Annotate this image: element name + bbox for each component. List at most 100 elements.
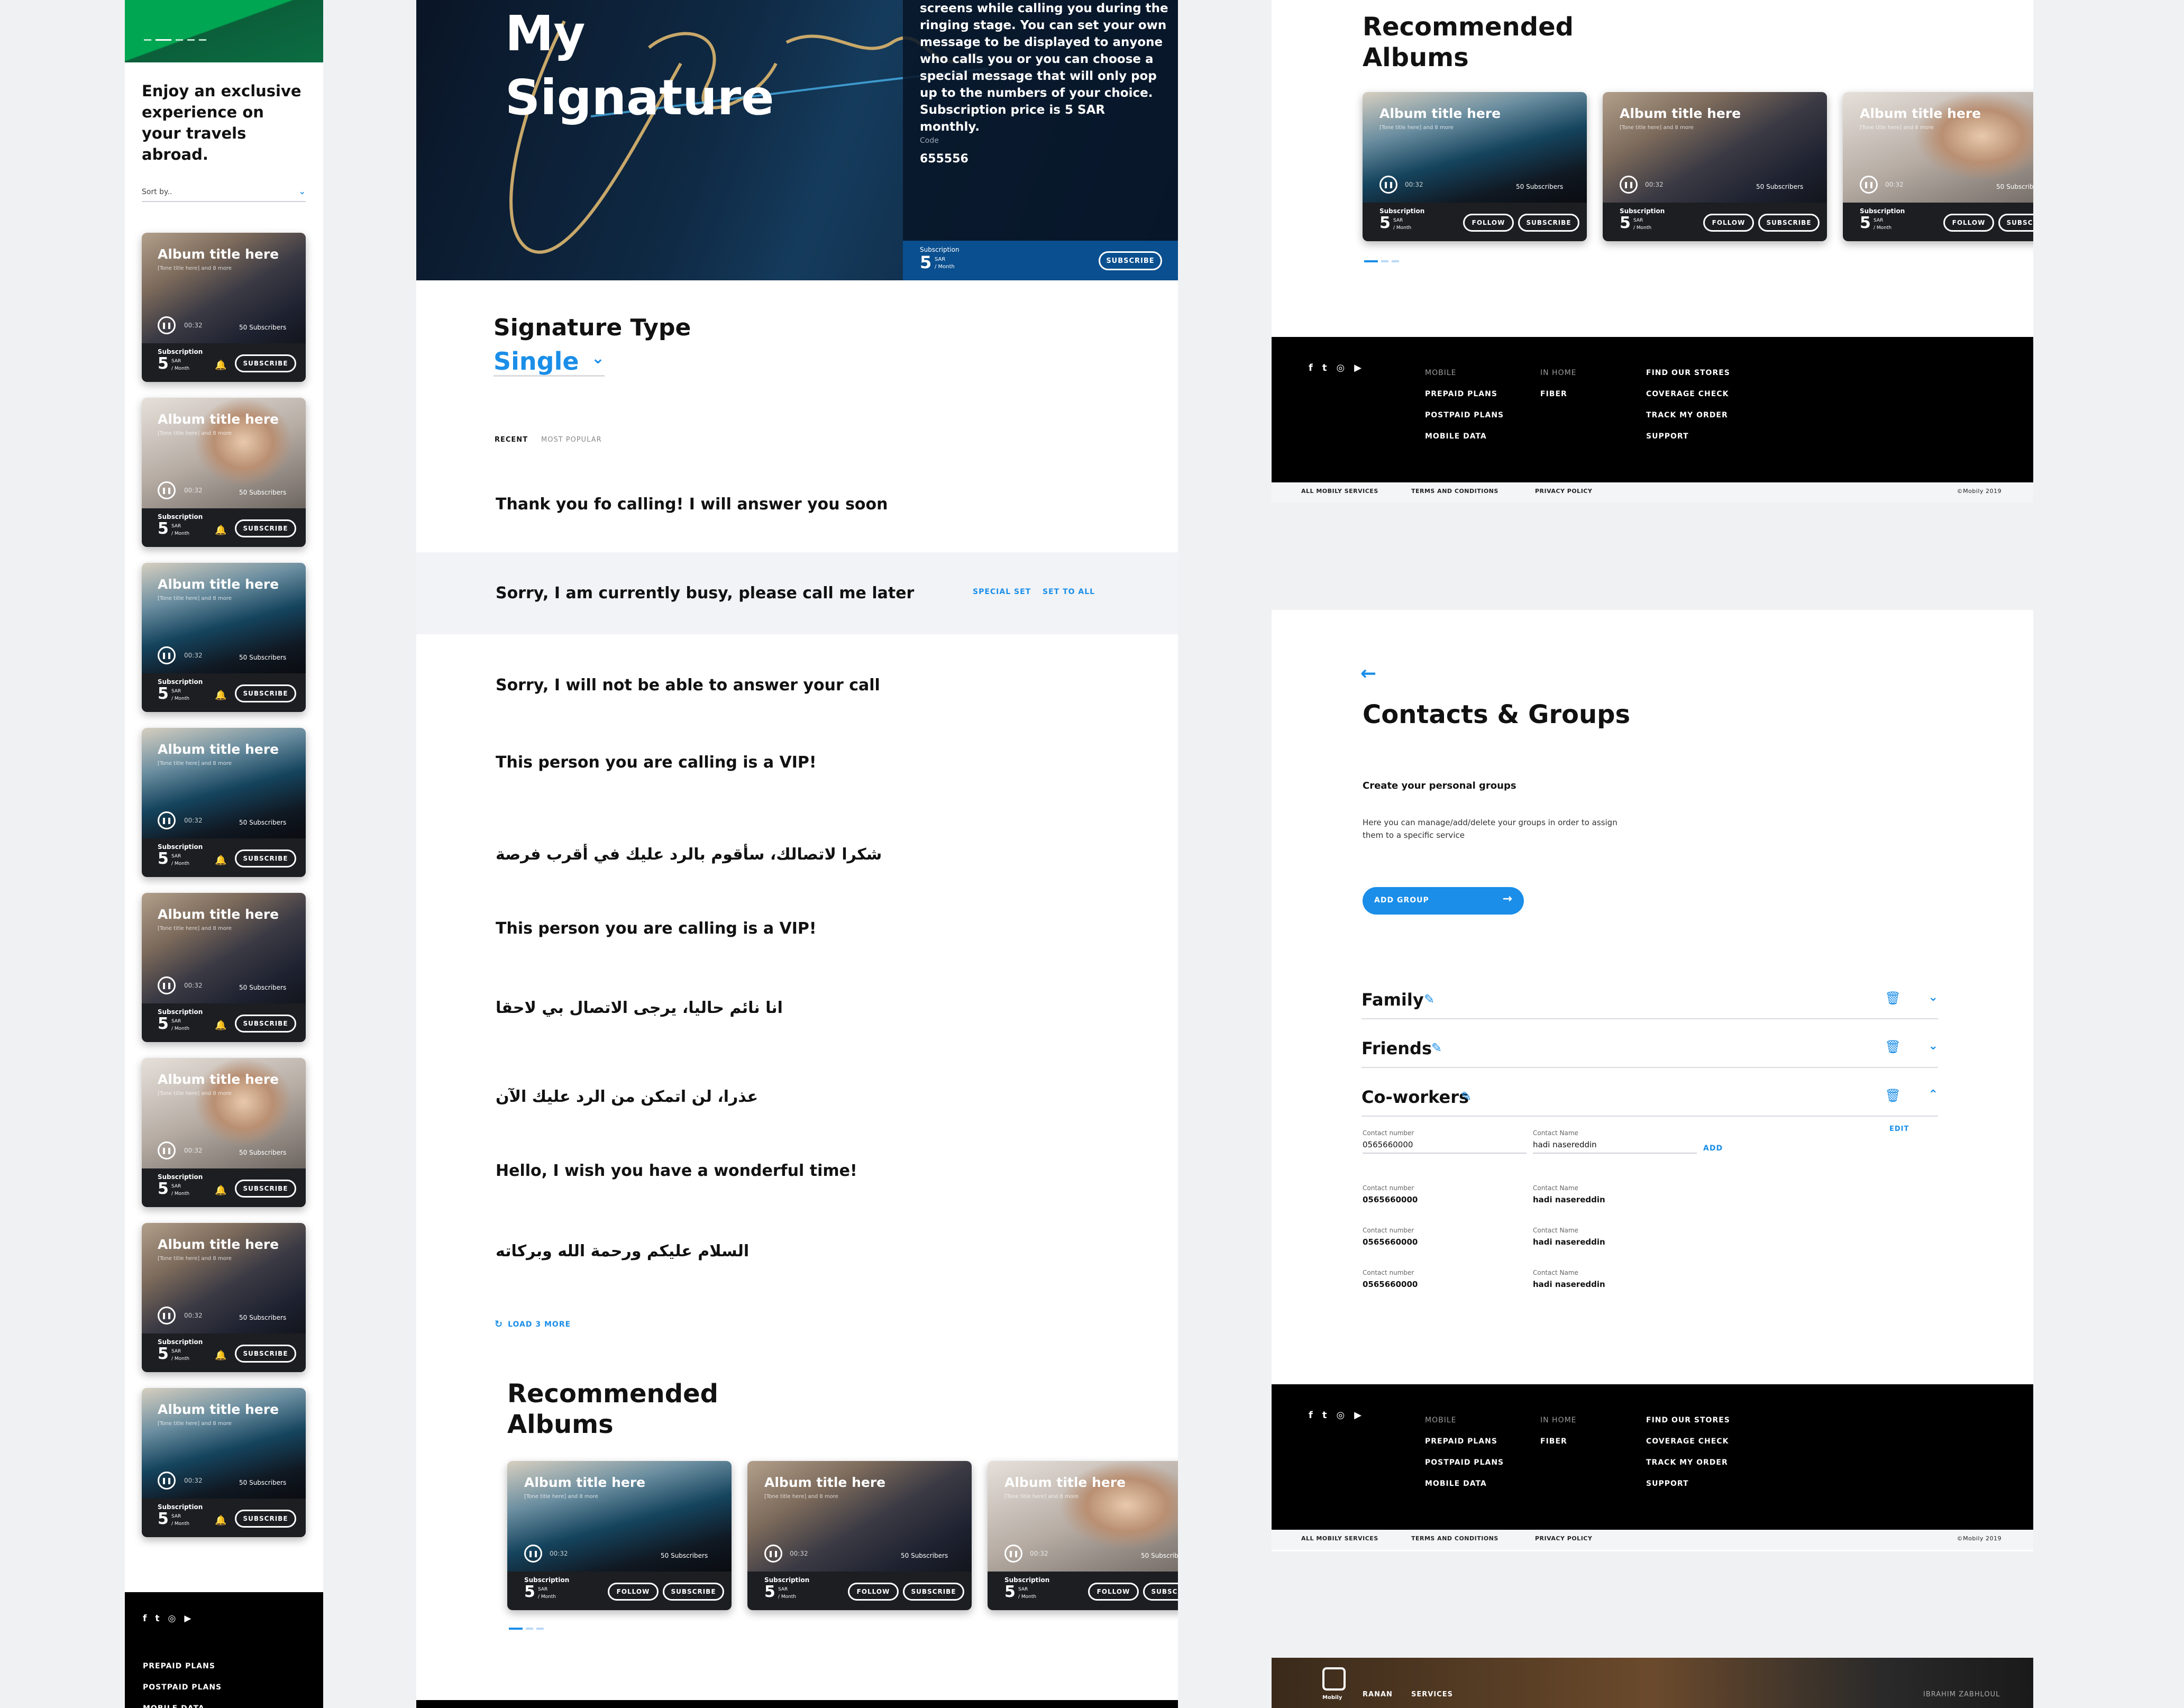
footer-link[interactable]: FIBER — [1540, 1431, 1577, 1452]
twitter-icon[interactable]: t — [1322, 362, 1327, 373]
bell-icon[interactable]: 🔔 — [215, 855, 226, 866]
edit-icon[interactable]: ✎ — [1424, 992, 1434, 1007]
signature-message[interactable]: انا نائم حاليا، يرجى الاتصال بي لاحقا — [496, 999, 783, 1017]
recommended-album-card[interactable]: Album title here [Tone title here] and 8 … — [747, 1461, 972, 1610]
mobily-logo[interactable] — [1322, 1667, 1346, 1691]
legal-link[interactable]: PRIVACY POLICY — [1535, 488, 1592, 495]
signature-message[interactable]: شكرا لاتصالك، سأقوم بالرد عليك في أقرب ف… — [496, 845, 882, 864]
facebook-icon[interactable]: f — [1309, 1410, 1313, 1421]
pause-icon[interactable]: ❚❚ — [1860, 176, 1878, 194]
footer-link[interactable]: COVERAGE CHECK — [1646, 1431, 1730, 1452]
signature-message[interactable]: Sorry, I will not be able to answer your… — [496, 676, 880, 695]
follow-button[interactable]: FOLLOW — [1463, 214, 1514, 232]
footer-link[interactable]: TRACK MY ORDER — [1646, 1452, 1730, 1473]
tab-most-popular[interactable]: MOST POPULAR — [541, 436, 602, 444]
subscribe-button[interactable]: SUBSCRIBE — [235, 1345, 296, 1363]
album-card[interactable]: Album title here [Tone title here] and 8 … — [142, 1058, 306, 1207]
twitter-icon[interactable]: t — [155, 1613, 159, 1624]
load-more-button[interactable]: ↻ LOAD 3 MORE — [495, 1319, 571, 1330]
carousel-dots[interactable] — [1364, 260, 1399, 262]
subscribe-button[interactable]: SUBSCRIBE — [663, 1583, 724, 1601]
subscribe-button[interactable]: SUBSCRIBE — [235, 1180, 296, 1198]
add-group-button[interactable]: ADD GROUP → — [1363, 887, 1524, 915]
signature-message[interactable]: This person you are calling is a VIP! — [496, 753, 817, 772]
follow-button[interactable]: FOLLOW — [1943, 214, 1994, 232]
pause-icon[interactable]: ❚❚ — [158, 1307, 176, 1325]
recommended-album-card[interactable]: Album title here [Tone title here] and 8 … — [1363, 92, 1587, 241]
pause-icon[interactable]: ❚❚ — [524, 1545, 542, 1563]
footer-link[interactable]: MOBILE DATA — [1425, 1473, 1504, 1494]
subscribe-button[interactable]: SUBSCRIBE — [235, 850, 296, 867]
youtube-icon[interactable]: ▶ — [1354, 1410, 1361, 1421]
facebook-icon[interactable]: f — [1309, 362, 1313, 373]
trash-icon[interactable]: 🗑 — [1885, 991, 1901, 1006]
pause-icon[interactable]: ❚❚ — [1620, 176, 1638, 194]
recommended-album-card[interactable]: Album title here [Tone title here] and 8 … — [1843, 92, 2033, 241]
bell-icon[interactable]: 🔔 — [215, 525, 226, 536]
signature-message[interactable]: This person you are calling is a VIP! — [496, 919, 817, 938]
bell-icon[interactable]: 🔔 — [215, 1350, 226, 1361]
pause-icon[interactable]: ❚❚ — [1379, 176, 1397, 194]
sort-dropdown[interactable]: Sort by.. ⌄ — [142, 186, 306, 202]
album-card[interactable]: Album title here [Tone title here] and 8 … — [142, 728, 306, 877]
bell-icon[interactable]: 🔔 — [215, 690, 226, 701]
facebook-icon[interactable]: f — [143, 1613, 147, 1624]
signature-message[interactable]: Thank you fo calling! I will answer you … — [496, 495, 888, 514]
subscribe-button[interactable]: SUBSCRIBE — [235, 519, 296, 537]
group-friends[interactable]: Friends ✎ 🗑 ⌄ — [1361, 1033, 1938, 1068]
album-card[interactable]: Album title here [Tone title here] and 8 … — [142, 398, 306, 547]
instagram-icon[interactable]: ◎ — [1336, 362, 1345, 373]
chevron-down-icon[interactable]: ⌄ — [1929, 991, 1938, 1004]
edit-button[interactable]: EDIT — [1889, 1125, 1909, 1133]
contact-number-field[interactable]: Contact number 0565660000 — [1363, 1129, 1527, 1154]
add-contact-button[interactable]: ADD — [1703, 1144, 1723, 1153]
signature-message[interactable]: Sorry, I am currently busy, please call … — [496, 584, 914, 602]
tab-recent[interactable]: RECENT — [495, 436, 528, 444]
instagram-icon[interactable]: ◎ — [1336, 1410, 1345, 1421]
footer-link[interactable]: POSTPAID PLANS — [1425, 1452, 1504, 1473]
special-set-button[interactable]: SPECIAL SET — [973, 588, 1031, 596]
subscribe-button[interactable]: SUBSCRIBE — [235, 354, 296, 372]
pause-icon[interactable]: ❚❚ — [1004, 1545, 1022, 1563]
subscribe-button[interactable]: SUBSCRIBE — [1518, 214, 1579, 232]
set-to-all-button[interactable]: SET TO ALL — [1043, 588, 1095, 596]
youtube-icon[interactable]: ▶ — [184, 1613, 191, 1624]
recommended-album-card[interactable]: Album title here [Tone title here] and 8 … — [507, 1461, 732, 1610]
legal-link[interactable]: ALL MOBILY SERVICES — [1301, 1535, 1378, 1542]
bell-icon[interactable]: 🔔 — [215, 1515, 226, 1526]
footer-link[interactable]: POSTPAID PLANS — [1425, 405, 1504, 426]
album-card[interactable]: Album title here [Tone title here] and 8 … — [142, 893, 306, 1042]
chevron-down-icon[interactable]: ⌄ — [1929, 1039, 1938, 1053]
subscribe-button[interactable]: SUBSCRIBE — [235, 684, 296, 702]
footer-link[interactable]: SUPPORT — [1646, 426, 1730, 447]
edit-icon[interactable]: ✎ — [1431, 1040, 1442, 1055]
edit-icon[interactable]: ✎ — [1461, 1089, 1472, 1104]
footer-link[interactable]: POSTPAID PLANS — [143, 1677, 222, 1698]
instagram-icon[interactable]: ◎ — [168, 1613, 176, 1624]
footer-link[interactable]: PREPAID PLANS — [1425, 1431, 1504, 1452]
subscribe-button[interactable]: SUBSCRIBE — [1099, 251, 1162, 270]
footer-link[interactable]: TRACK MY ORDER — [1646, 405, 1730, 426]
pause-icon[interactable]: ❚❚ — [158, 316, 176, 334]
chevron-up-icon[interactable]: ⌃ — [1929, 1088, 1938, 1101]
pause-icon[interactable]: ❚❚ — [158, 1472, 176, 1490]
recommended-album-card[interactable]: Album title here [Tone title here] and 8 … — [1603, 92, 1827, 241]
footer-link[interactable]: PREPAID PLANS — [143, 1656, 222, 1677]
bell-icon[interactable]: 🔔 — [215, 1185, 226, 1196]
subscribe-button[interactable]: SUBSCRIBE — [1143, 1583, 1178, 1601]
pause-icon[interactable]: ❚❚ — [158, 646, 176, 664]
follow-button[interactable]: FOLLOW — [1703, 214, 1754, 232]
nav-item[interactable]: RANAN — [1363, 1691, 1393, 1698]
back-arrow-icon[interactable]: ← — [1360, 663, 1376, 684]
pause-icon[interactable]: ❚❚ — [158, 811, 176, 829]
footer-link[interactable]: MOBILE DATA — [1425, 426, 1504, 447]
user-name[interactable]: IBRAHIM ZABHLOUL — [1923, 1691, 2000, 1698]
pause-icon[interactable]: ❚❚ — [158, 1141, 176, 1159]
subscribe-button[interactable]: SUBSCRIBE — [903, 1583, 964, 1601]
legal-link[interactable]: ALL MOBILY SERVICES — [1301, 488, 1378, 495]
footer-link[interactable]: MOBILE DATA — [143, 1698, 222, 1708]
nav-item[interactable]: SERVICES — [1411, 1691, 1453, 1698]
signature-message[interactable]: عذرا، لن اتمكن من الرد عليك الآن — [496, 1088, 758, 1106]
pause-icon[interactable]: ❚❚ — [158, 976, 176, 994]
album-card[interactable]: Album title here [Tone title here] and 8 … — [142, 563, 306, 712]
